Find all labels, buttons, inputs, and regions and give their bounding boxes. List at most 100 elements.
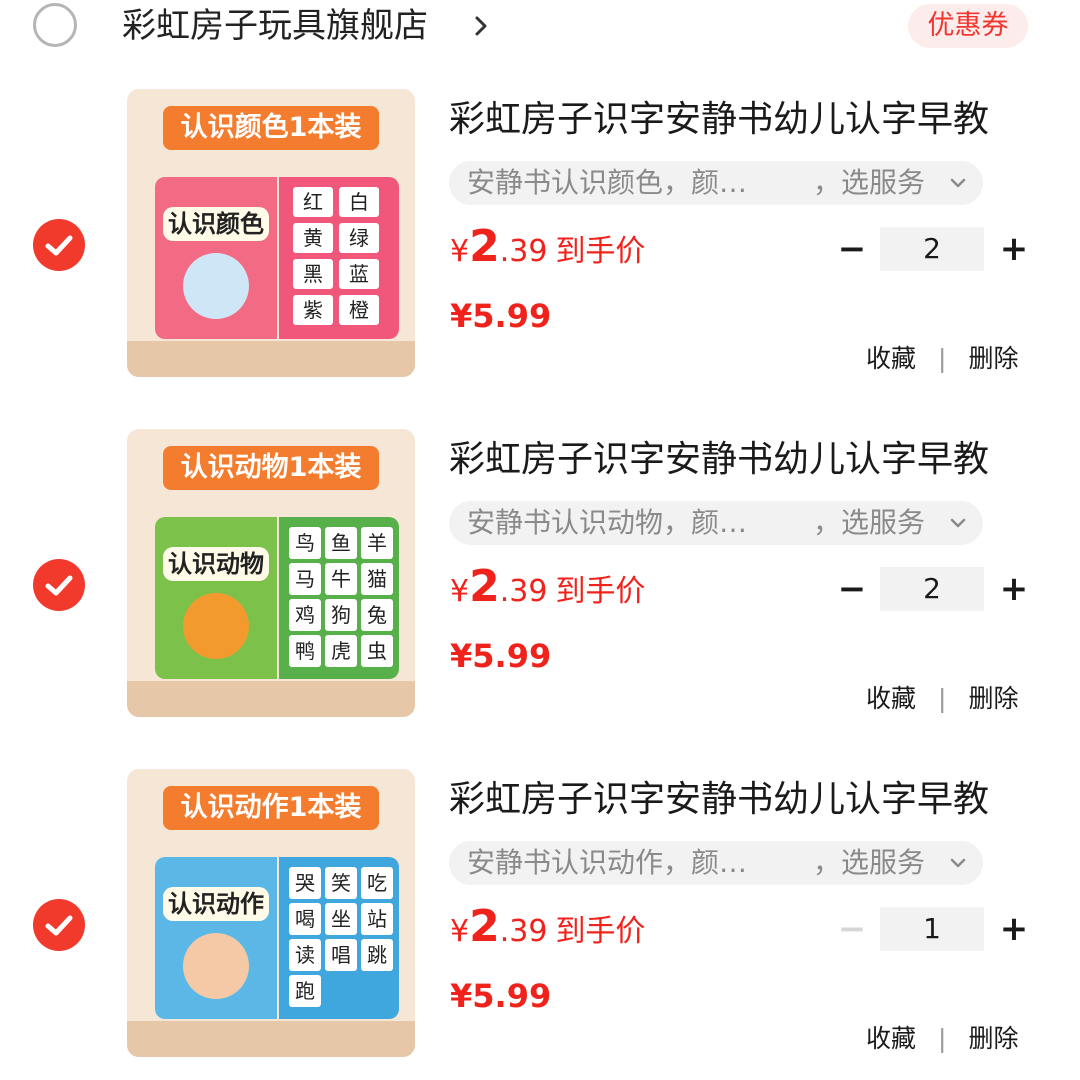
favorite-button[interactable]: 收藏 — [866, 684, 916, 713]
book-title: 认识颜色 — [163, 207, 269, 241]
char-cell: 橙 — [339, 295, 379, 325]
product-title[interactable]: 彩虹房子识字安静书幼儿认字早教 — [449, 97, 989, 143]
palette-illustration — [183, 253, 249, 319]
delete-button[interactable]: 删除 — [968, 684, 1018, 713]
sku-text: 安静书认识动物，颜… — [467, 506, 748, 539]
book-cover: 认识动作 哭 笑 吃 喝 坐 站 读 唱 跳 跑 — [155, 857, 399, 1019]
sku-selector[interactable]: 安静书认识颜色，颜… ，选服务 — [449, 161, 983, 205]
char-cell: 鸟 — [289, 527, 321, 559]
char-cell: 白 — [339, 187, 379, 217]
coupon-button[interactable]: 优惠券 — [908, 4, 1028, 48]
cart-item: 认识动作1本装 认识动作 哭 笑 吃 喝 坐 站 读 唱 跳 跑 彩虹房子识字安… — [0, 769, 1080, 1069]
book-cover-page: 红 白 黄 绿 黑 蓝 紫 橙 — [279, 177, 399, 339]
book-cover-page: 哭 笑 吃 喝 坐 站 读 唱 跳 跑 — [279, 857, 399, 1019]
char-cell: 跑 — [289, 975, 321, 1007]
product-thumbnail[interactable]: 认识颜色1本装 认识颜色 红 白 黄 绿 黑 蓝 紫 橙 — [127, 89, 415, 377]
book-cover: 认识颜色 红 白 黄 绿 黑 蓝 紫 橙 — [155, 177, 399, 339]
store-header: 彩虹房子玩具旗舰店 优惠券 — [0, 0, 1080, 56]
product-title[interactable]: 彩虹房子识字安静书幼儿认字早教 — [449, 777, 989, 823]
char-cell: 牛 — [325, 563, 357, 595]
action-separator: | — [938, 344, 947, 373]
price-symbol: ¥ — [450, 234, 470, 269]
cart-page: 彩虹房子玩具旗舰店 优惠券 认识颜色1本装 认识颜色 红 白 黄 绿 黑 蓝 紫… — [0, 0, 1080, 1080]
book-cover: 认识动物 鸟 鱼 羊 马 牛 猫 鸡 狗 兔 鸭 虎 虫 — [155, 517, 399, 679]
quantity-input[interactable]: 2 — [880, 567, 984, 611]
action-separator: | — [938, 684, 947, 713]
char-grid: 哭 笑 吃 喝 坐 站 读 唱 跳 跑 — [289, 867, 393, 1007]
book-title: 认识动物 — [163, 547, 269, 581]
check-icon — [45, 575, 73, 596]
favorite-button[interactable]: 收藏 — [866, 1024, 916, 1053]
thumb-banner: 认识动作1本装 — [163, 786, 379, 830]
original-price: ¥5.99 — [450, 297, 552, 335]
price-integer: 2 — [469, 901, 500, 952]
price-integer: 2 — [469, 221, 500, 272]
increase-button[interactable]: + — [998, 227, 1030, 271]
cart-item: 认识颜色1本装 认识颜色 红 白 黄 绿 黑 蓝 紫 橙 彩虹房子识字安静书幼儿… — [0, 89, 1080, 389]
sku-service-text: ，选服务 — [813, 166, 926, 199]
char-cell: 羊 — [361, 527, 393, 559]
store-select-radio[interactable] — [33, 3, 77, 47]
original-price: ¥5.99 — [450, 637, 552, 675]
product-thumbnail[interactable]: 认识动作1本装 认识动作 哭 笑 吃 喝 坐 站 读 唱 跳 跑 — [127, 769, 415, 1057]
delete-button[interactable]: 删除 — [968, 344, 1018, 373]
char-cell: 蓝 — [339, 259, 379, 289]
char-cell: 鱼 — [325, 527, 357, 559]
price-decimal: .39 — [499, 914, 548, 949]
increase-button[interactable]: + — [998, 907, 1030, 951]
cart-item: 认识动物1本装 认识动物 鸟 鱼 羊 马 牛 猫 鸡 狗 兔 鸭 虎 虫 彩虹房… — [0, 429, 1080, 729]
char-cell: 站 — [361, 903, 393, 935]
product-title[interactable]: 彩虹房子识字安静书幼儿认字早教 — [449, 437, 989, 483]
check-icon — [45, 915, 73, 936]
char-cell: 鸭 — [289, 635, 321, 667]
book-cover-front: 认识动物 — [155, 517, 277, 679]
book-title: 认识动作 — [163, 887, 269, 921]
product-thumbnail[interactable]: 认识动物1本装 认识动物 鸟 鱼 羊 马 牛 猫 鸡 狗 兔 鸭 虎 虫 — [127, 429, 415, 717]
sku-service-text: ，选服务 — [813, 846, 926, 879]
store-name[interactable]: 彩虹房子玩具旗舰店 — [122, 3, 428, 49]
char-grid: 鸟 鱼 羊 马 牛 猫 鸡 狗 兔 鸭 虎 虫 — [289, 527, 393, 667]
char-cell: 哭 — [289, 867, 321, 899]
char-cell: 虎 — [325, 635, 357, 667]
thumb-banner: 认识颜色1本装 — [163, 106, 379, 150]
item-select-checkbox[interactable] — [33, 559, 85, 611]
quantity-input[interactable]: 1 — [880, 907, 984, 951]
shelf-graphic — [127, 681, 415, 717]
sku-text: 安静书认识动作，颜… — [467, 846, 748, 879]
quantity-input[interactable]: 2 — [880, 227, 984, 271]
item-select-checkbox[interactable] — [33, 899, 85, 951]
favorite-button[interactable]: 收藏 — [866, 344, 916, 373]
sku-selector[interactable]: 安静书认识动作，颜… ，选服务 — [449, 841, 983, 885]
decrease-button[interactable]: − — [836, 907, 868, 951]
book-cover-front: 认识颜色 — [155, 177, 277, 339]
thumb-banner: 认识动物1本装 — [163, 446, 379, 490]
item-select-checkbox[interactable] — [33, 219, 85, 271]
chevron-right-icon[interactable] — [472, 8, 492, 44]
char-cell: 唱 — [325, 939, 357, 971]
price-decimal: .39 — [499, 574, 548, 609]
price-integer: 2 — [469, 561, 500, 612]
book-cover-front: 认识动作 — [155, 857, 277, 1019]
char-cell: 兔 — [361, 599, 393, 631]
child-illustration — [183, 933, 249, 999]
sku-selector[interactable]: 安静书认识动物，颜… ，选服务 — [449, 501, 983, 545]
char-cell: 吃 — [361, 867, 393, 899]
decrease-button[interactable]: − — [836, 227, 868, 271]
increase-button[interactable]: + — [998, 567, 1030, 611]
final-price: ¥2.39 到手价 — [450, 221, 645, 277]
char-cell: 黄 — [293, 223, 333, 253]
chevron-down-icon — [950, 518, 966, 528]
check-icon — [45, 235, 73, 256]
item-actions: 收藏 | 删除 — [866, 1021, 1018, 1057]
delete-button[interactable]: 删除 — [968, 1024, 1018, 1053]
char-grid: 红 白 黄 绿 黑 蓝 紫 橙 — [293, 187, 379, 325]
char-cell: 喝 — [289, 903, 321, 935]
char-cell: 紫 — [293, 295, 333, 325]
sku-text: 安静书认识颜色，颜… — [467, 166, 748, 199]
shelf-graphic — [127, 1021, 415, 1057]
chevron-down-icon — [950, 178, 966, 188]
char-cell: 绿 — [339, 223, 379, 253]
tiger-illustration — [183, 593, 249, 659]
decrease-button[interactable]: − — [836, 567, 868, 611]
sku-service-text: ，选服务 — [813, 506, 926, 539]
